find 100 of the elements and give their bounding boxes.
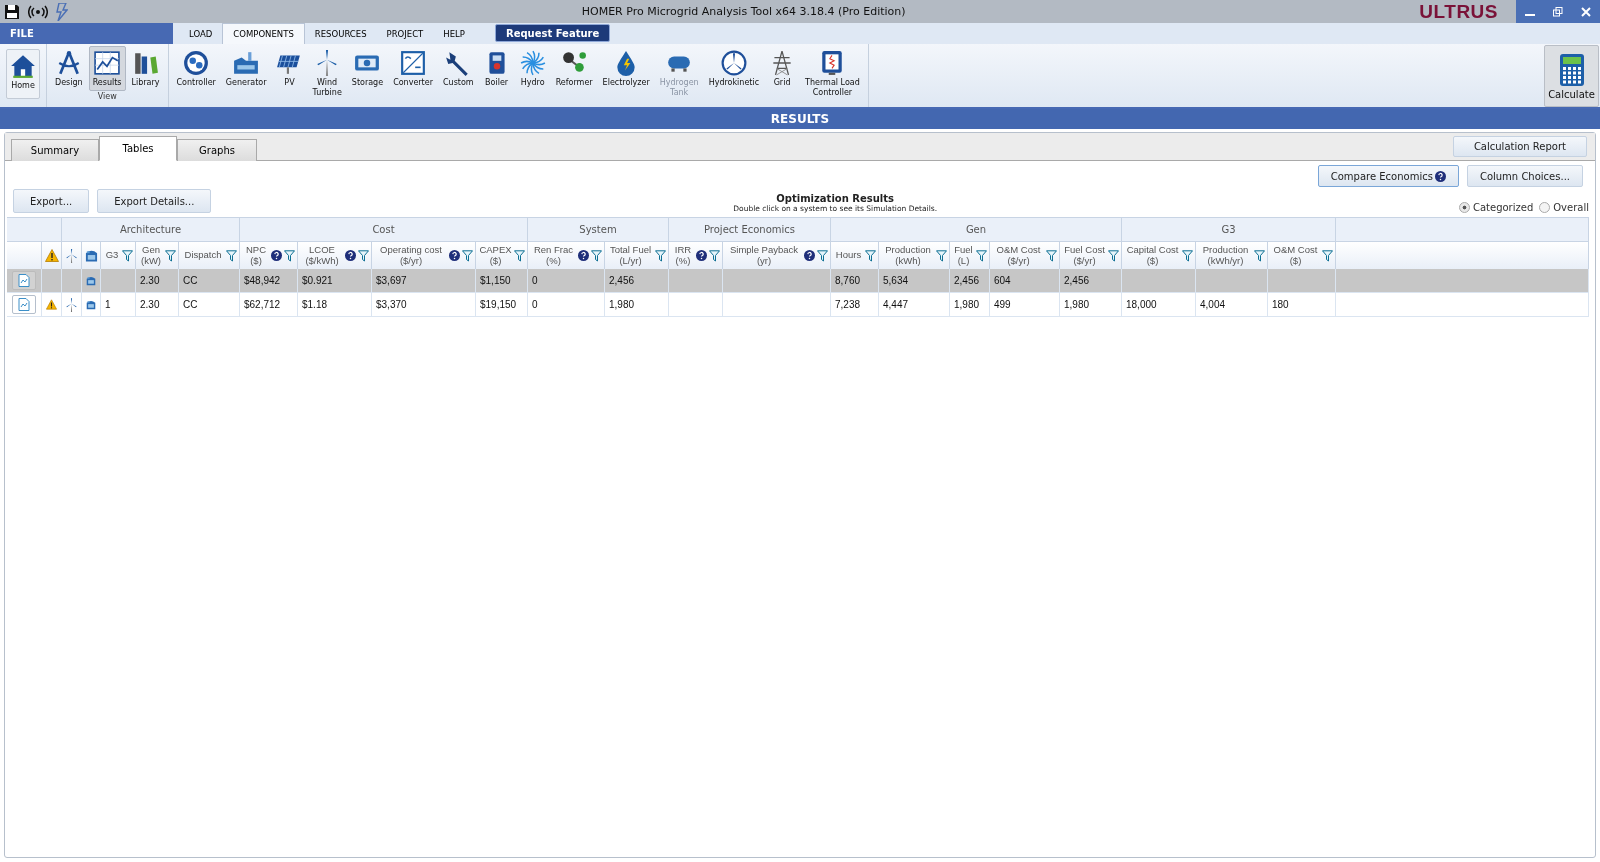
results-tab[interactable]: Graphs <box>177 139 257 161</box>
column-header[interactable]: Gen (kW) <box>139 245 163 266</box>
calculate-button[interactable]: Calculate <box>1544 45 1599 107</box>
group-label: View <box>97 91 117 101</box>
view-button[interactable]: Library <box>127 46 164 91</box>
component-button[interactable]: Generator <box>221 46 271 91</box>
table-cell: 1,980 <box>1060 293 1122 317</box>
ribbon-tab[interactable]: RESOURCES <box>304 23 377 44</box>
table-cell: 4,004 <box>1196 293 1268 317</box>
column-header[interactable]: Capital Cost ($) <box>1125 245 1180 266</box>
column-header[interactable]: Operating cost ($/yr) <box>375 245 447 266</box>
filter-icon[interactable] <box>358 249 369 262</box>
filter-icon[interactable] <box>1108 249 1119 262</box>
filter-icon[interactable] <box>936 249 947 262</box>
radio-button[interactable] <box>1539 202 1551 213</box>
component-button[interactable]: Storage <box>347 46 388 91</box>
column-header[interactable]: IRR (%) <box>672 245 694 266</box>
table-cell: 2.30 <box>136 293 179 317</box>
component-button[interactable]: Boiler <box>479 46 514 91</box>
ribbon-tab[interactable]: PROJECT <box>376 23 434 44</box>
view-mode-radio[interactable]: Overall <box>1539 202 1589 213</box>
details-button[interactable] <box>12 295 36 314</box>
filter-icon[interactable] <box>165 249 176 262</box>
export-button[interactable]: Export... <box>13 189 90 213</box>
help-icon[interactable] <box>345 250 356 261</box>
filter-icon[interactable] <box>817 249 828 262</box>
help-icon[interactable] <box>578 250 589 261</box>
column-header[interactable]: Production (kWh) <box>882 245 934 266</box>
report-icon <box>18 298 30 311</box>
help-icon[interactable] <box>1434 170 1446 182</box>
column-header[interactable]: Total Fuel (L/yr) <box>608 245 653 266</box>
table-cell: 8,760 <box>831 269 879 293</box>
column-header[interactable]: Production (kWh/yr) <box>1199 245 1252 266</box>
details-button[interactable] <box>12 271 36 290</box>
filter-icon[interactable] <box>591 249 602 262</box>
radio-button[interactable] <box>1458 202 1470 213</box>
component-button[interactable]: Custom <box>438 46 478 91</box>
view-mode-radio[interactable]: Categorized <box>1458 202 1534 213</box>
column-header[interactable]: G3 <box>104 250 120 261</box>
component-button[interactable]: Grid <box>765 46 800 91</box>
filter-icon[interactable] <box>976 249 987 262</box>
component-button[interactable]: Reformer <box>551 46 597 91</box>
component-button[interactable]: Electrolyzer <box>598 46 654 91</box>
filter-icon[interactable] <box>514 249 525 262</box>
column-header[interactable]: CAPEX ($) <box>479 245 512 266</box>
filter-icon[interactable] <box>226 249 237 262</box>
filter-icon[interactable] <box>1046 249 1057 262</box>
filter-icon[interactable] <box>865 249 876 262</box>
filter-icon[interactable] <box>462 249 473 262</box>
component-button[interactable]: Thermal Load Controller <box>801 46 864 101</box>
component-button[interactable]: Hydro <box>515 46 550 91</box>
filter-icon[interactable] <box>1254 249 1265 262</box>
component-button[interactable]: Hydrokinetic <box>704 46 764 91</box>
filter-icon[interactable] <box>1182 249 1193 262</box>
calculation-report-button[interactable]: Calculation Report <box>1452 136 1587 157</box>
lightning-icon[interactable] <box>56 2 68 21</box>
column-header[interactable]: O&M Cost ($/yr) <box>993 245 1044 266</box>
component-button[interactable]: Controller <box>172 46 220 91</box>
save-icon[interactable] <box>4 3 20 20</box>
help-icon[interactable] <box>271 250 282 261</box>
results-tab[interactable]: Tables <box>99 136 177 161</box>
component-button[interactable]: Wind Turbine <box>308 46 346 101</box>
view-button[interactable]: Design <box>51 46 87 91</box>
ribbon-tab[interactable]: COMPONENTS <box>222 23 305 44</box>
view-button[interactable]: Results <box>88 46 126 91</box>
column-choices-button[interactable]: Column Choices... <box>1466 165 1583 187</box>
component-button[interactable]: PV <box>272 46 307 91</box>
broadcast-icon[interactable] <box>28 4 48 19</box>
column-header[interactable]: NPC ($) <box>243 245 269 266</box>
component-button[interactable]: Converter <box>389 46 437 91</box>
column-header[interactable]: Fuel Cost ($/yr) <box>1063 245 1106 266</box>
ribbon-tab[interactable]: LOAD <box>179 23 223 44</box>
request-feature-button[interactable]: Request Feature <box>494 24 611 42</box>
filter-icon[interactable] <box>122 249 133 262</box>
column-header[interactable]: Fuel (L) <box>953 245 974 266</box>
column-header[interactable]: LCOE ($/kWh) <box>301 245 343 266</box>
wind-turbine-icon <box>66 248 78 263</box>
help-icon[interactable] <box>696 250 707 261</box>
file-menu-tab[interactable]: FILE <box>0 23 173 44</box>
column-header[interactable]: Dispatch <box>182 250 224 261</box>
results-banner: RESULTS <box>0 109 1600 129</box>
column-header[interactable]: O&M Cost ($) <box>1271 245 1320 266</box>
column-header[interactable]: Hours <box>834 250 863 261</box>
filter-icon[interactable] <box>284 249 295 262</box>
table-cell: 4,447 <box>879 293 950 317</box>
window-title: HOMER Pro Microgrid Analysis Tool x64 3.18.4 (Pro Edition) <box>580 5 907 18</box>
compare-economics-button[interactable]: Compare Economics <box>1317 165 1459 187</box>
help-icon[interactable] <box>449 250 460 261</box>
filter-icon[interactable] <box>655 249 666 262</box>
table-cell: 2,456 <box>605 269 669 293</box>
filter-icon[interactable] <box>1322 249 1333 262</box>
export-button[interactable]: Export Details... <box>97 189 212 213</box>
ribbon-tab[interactable]: HELP <box>433 23 475 44</box>
column-header[interactable]: Simple Payback (yr) <box>726 245 802 266</box>
help-icon[interactable] <box>804 250 815 261</box>
results-tab[interactable]: Summary <box>11 139 99 161</box>
home-button[interactable]: Home <box>6 49 40 99</box>
column-group-header: Architecture <box>62 218 240 242</box>
column-header[interactable]: Ren Frac (%) <box>531 245 576 266</box>
filter-icon[interactable] <box>709 249 720 262</box>
